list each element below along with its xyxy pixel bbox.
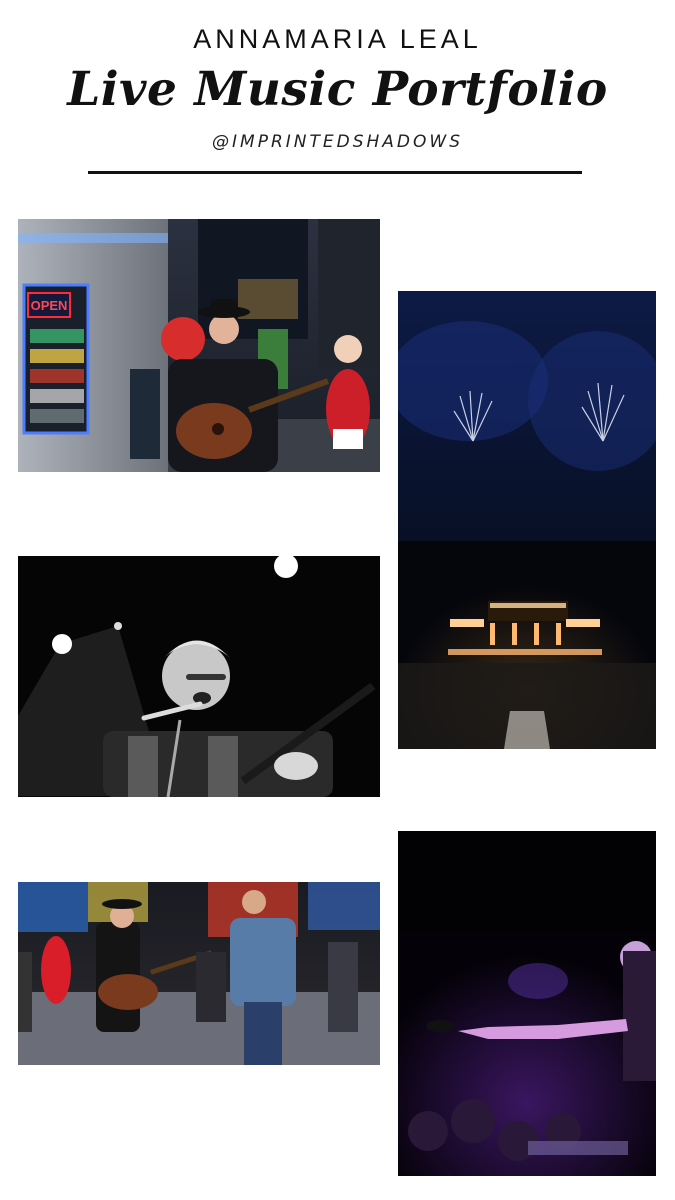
photo-fireworks-concert: [398, 291, 656, 749]
photo-bw-singer: [18, 556, 380, 797]
portfolio-title: Live Music Portfolio: [67, 62, 608, 117]
portfolio-header: ANNAMARIA LEAL Live Music Portfolio @IMP…: [0, 0, 675, 180]
photo-purple-stage: [398, 831, 656, 1176]
social-handle: @IMPRINTEDSHADOWS: [212, 132, 463, 152]
open-sign: OPEN: [31, 298, 68, 313]
photo-street-duo: [18, 882, 380, 1065]
author-name: ANNAMARIA LEAL: [193, 24, 482, 54]
photo-times-square-busker: OPEN: [18, 219, 380, 472]
header-divider: [88, 171, 582, 174]
